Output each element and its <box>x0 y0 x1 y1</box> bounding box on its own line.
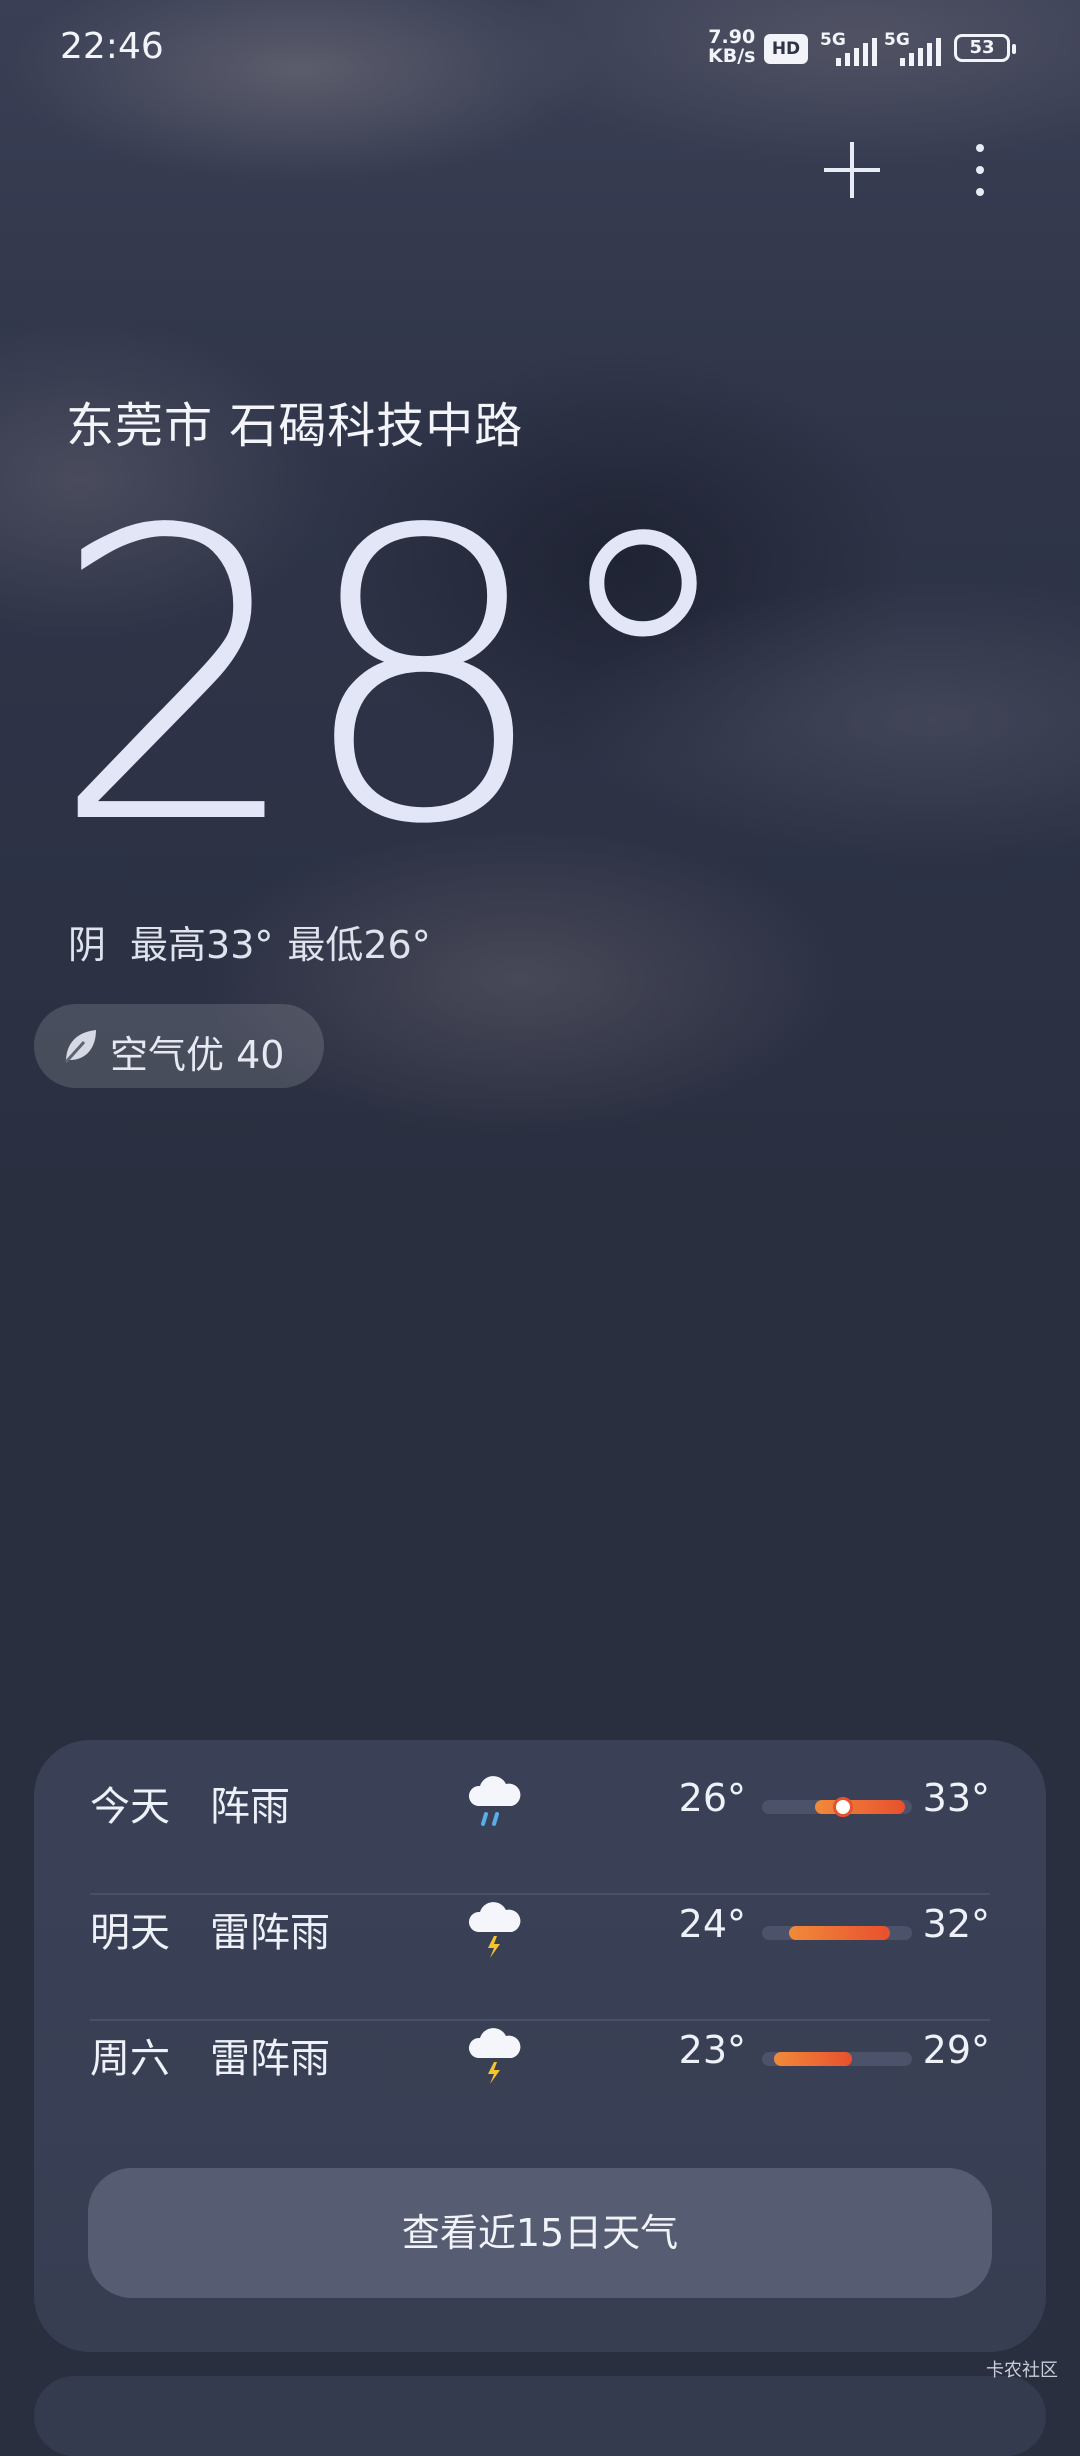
forecast-day: 周六 <box>90 2036 170 2082</box>
forecast-low: 24° <box>678 1902 746 1946</box>
add-city-button[interactable] <box>820 138 884 202</box>
shower-rain-icon <box>468 1776 521 1826</box>
hd-voice-icon: HD <box>764 34 808 64</box>
battery-icon: 53 <box>954 34 1016 62</box>
condition-text: 阴 <box>68 923 107 967</box>
more-options-button[interactable] <box>960 138 1000 202</box>
temp-range-fill <box>774 2052 852 2066</box>
network-speed-unit: KB/s <box>708 45 756 67</box>
temp-range-bar <box>762 1797 912 1817</box>
aqi-label: 空气优 40 <box>110 1033 285 1077</box>
forecast-low: 26° <box>678 1776 746 1820</box>
battery-level: 53 <box>969 37 995 58</box>
thunderstorm-icon <box>468 1902 521 1958</box>
leaf-icon <box>64 1030 96 1064</box>
watermark: 卡农社区 <box>986 2360 1058 2381</box>
forecast-row[interactable]: 周六 雷阵雨 23° 29° <box>90 1992 990 2118</box>
temp-range-fill <box>789 1926 890 1940</box>
signal-icon: 5G <box>884 30 944 66</box>
signal-icon: 5G <box>820 30 880 66</box>
forecast-day: 明天 <box>90 1910 170 1956</box>
thunderstorm-icon <box>468 2028 521 2084</box>
network-speed: 7.90 KB/s <box>708 28 755 66</box>
condition-summary: 阴最高33° 最低26° <box>68 914 455 969</box>
status-time: 22:46 <box>60 26 164 67</box>
forecast-desc: 雷阵雨 <box>210 2036 330 2082</box>
forecast-row[interactable]: 明天 雷阵雨 24° 32° <box>90 1866 990 1992</box>
forecast-desc: 雷阵雨 <box>210 1910 330 1956</box>
forecast-row[interactable]: 今天 阵雨 26° 33° <box>90 1740 990 1866</box>
forecast-day: 今天 <box>90 1784 170 1830</box>
view-15-day-forecast-button[interactable]: 查看近15日天气 <box>88 2168 992 2298</box>
forecast-high: 32° <box>922 1902 990 1946</box>
temp-range-fill <box>814 1800 905 1814</box>
status-bar: 22:46 7.90 KB/s HD 5G 5G 53 <box>0 0 1080 100</box>
next-card-peek <box>34 2376 1046 2456</box>
air-quality-chip[interactable]: 空气优 40 <box>34 1004 324 1088</box>
temp-range-bar <box>762 1926 912 1940</box>
forecast-high: 33° <box>922 1776 990 1820</box>
more-dot <box>976 166 984 174</box>
current-temperature: 28° <box>50 447 743 912</box>
low-temp: 最低26° <box>287 923 431 967</box>
high-temp: 最高33° <box>130 923 274 967</box>
forecast-low: 23° <box>678 2028 746 2072</box>
forecast-desc: 阵雨 <box>210 1784 290 1830</box>
temp-range-bar <box>762 2052 912 2066</box>
more-vertical-icon <box>976 144 984 152</box>
location-title[interactable]: 东莞市 石碣科技中路 <box>66 386 523 456</box>
forecast-card: 今天 阵雨 26° 33° 明天 雷阵雨 24° 32° 周六 雷阵雨 23° … <box>34 1740 1046 2352</box>
more-dot <box>976 188 984 196</box>
current-temp-marker <box>833 1797 853 1817</box>
forecast-high: 29° <box>922 2028 990 2072</box>
